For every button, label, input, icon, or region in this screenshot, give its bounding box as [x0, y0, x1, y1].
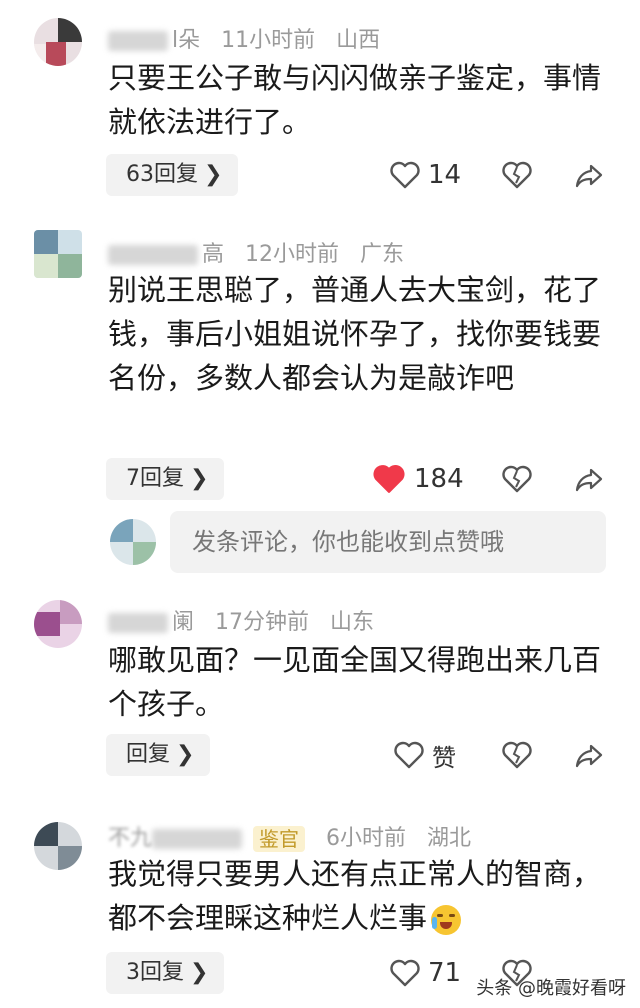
replies-label: 7回复: [126, 466, 184, 491]
like-count: 14: [428, 160, 462, 190]
comment-time: 12小时前: [245, 242, 340, 267]
comment-meta: l朵 11小时前 山西: [108, 22, 380, 54]
comment-location: 山西: [336, 28, 381, 53]
share-button[interactable]: [574, 154, 604, 196]
replies-label: 3回复: [126, 960, 184, 985]
user-badge: 鉴官: [253, 826, 306, 852]
comment-time: 17分钟前: [215, 610, 310, 635]
like-count: 71: [428, 958, 462, 988]
comment-meta: 高 12小时前 广东: [108, 236, 404, 268]
comment-text: 哪敢见面？一见面全国又得跑出来几百个孩子。: [108, 643, 602, 721]
share-icon: [575, 744, 603, 768]
comment-actions: 184: [373, 458, 620, 500]
username[interactable]: 高: [202, 242, 224, 267]
comment-time: 6小时前: [326, 826, 407, 851]
share-button[interactable]: [574, 458, 604, 500]
heart-filled-icon: [373, 465, 405, 493]
replies-button[interactable]: 63回复 ❯: [106, 154, 239, 196]
chevron-right-icon: ❯: [190, 466, 209, 491]
replies-button[interactable]: 回复 ❯: [106, 734, 211, 776]
comment-actions: 赞: [380, 734, 620, 776]
heart-icon: [390, 959, 420, 987]
replies-label: 回复: [126, 742, 171, 767]
comment-meta: 阑 17分钟前 山东: [108, 604, 374, 636]
like-button[interactable]: 71: [390, 952, 461, 994]
chevron-right-icon: ❯: [190, 960, 209, 985]
like-count: 184: [414, 464, 464, 494]
avatar[interactable]: [34, 600, 82, 648]
broken-heart-icon: [502, 465, 532, 493]
username[interactable]: l朵: [172, 28, 200, 53]
share-icon: [575, 468, 603, 492]
dislike-button[interactable]: [502, 734, 532, 776]
broken-heart-icon: [502, 741, 532, 769]
watermark: 头条 @晚霞好看呀: [476, 978, 626, 999]
replies-label: 63回复: [126, 162, 198, 187]
share-icon: [575, 164, 603, 188]
like-button[interactable]: 184: [372, 458, 464, 500]
avatar[interactable]: [34, 18, 82, 66]
comment-location: 广东: [360, 242, 405, 267]
heart-icon: [390, 161, 420, 189]
avatar[interactable]: [34, 822, 82, 870]
share-button[interactable]: [574, 734, 604, 776]
comment-text-body: 我觉得只要男人还有点正常人的智商，都不会理睬这种烂人烂事: [108, 857, 602, 935]
like-label: 赞: [432, 743, 456, 772]
broken-heart-icon: [502, 161, 532, 189]
comment-text: 我觉得只要男人还有点正常人的智商，都不会理睬这种烂人烂事: [108, 852, 608, 940]
chevron-right-icon: ❯: [204, 162, 223, 187]
chevron-right-icon: ❯: [176, 742, 195, 767]
comment-input[interactable]: 发条评论，你也能收到点赞哦: [170, 511, 606, 573]
comment-location: 湖北: [427, 826, 472, 851]
crying-face-emoji-icon: [431, 905, 462, 935]
comment-location: 山东: [330, 610, 375, 635]
avatar[interactable]: [34, 230, 82, 278]
comment-actions: 14: [380, 154, 620, 196]
username[interactable]: 阑: [172, 610, 194, 635]
dislike-button[interactable]: [502, 154, 532, 196]
replies-button[interactable]: 7回复 ❯: [106, 458, 225, 500]
dislike-button[interactable]: [502, 458, 532, 500]
heart-icon: [394, 741, 424, 769]
username[interactable]: 不九: [108, 826, 152, 851]
comment-time: 11小时前: [221, 28, 316, 53]
comment-text: 只要王公子敢与闪闪做亲子鉴定，事情就依法进行了。: [108, 61, 602, 139]
comment-text: 别说王思聪了，普通人去大宝剑，花了钱，事后小姐姐说怀孕了，找你要钱要名份，多数人…: [108, 273, 602, 395]
like-button[interactable]: 14: [390, 154, 461, 196]
my-avatar: [110, 519, 156, 565]
like-button[interactable]: 赞: [394, 734, 456, 776]
comment-meta: 不九 鉴官 6小时前 湖北: [108, 820, 471, 852]
reply-input-row: 发条评论，你也能收到点赞哦: [0, 507, 640, 577]
replies-button[interactable]: 3回复 ❯: [106, 952, 225, 994]
